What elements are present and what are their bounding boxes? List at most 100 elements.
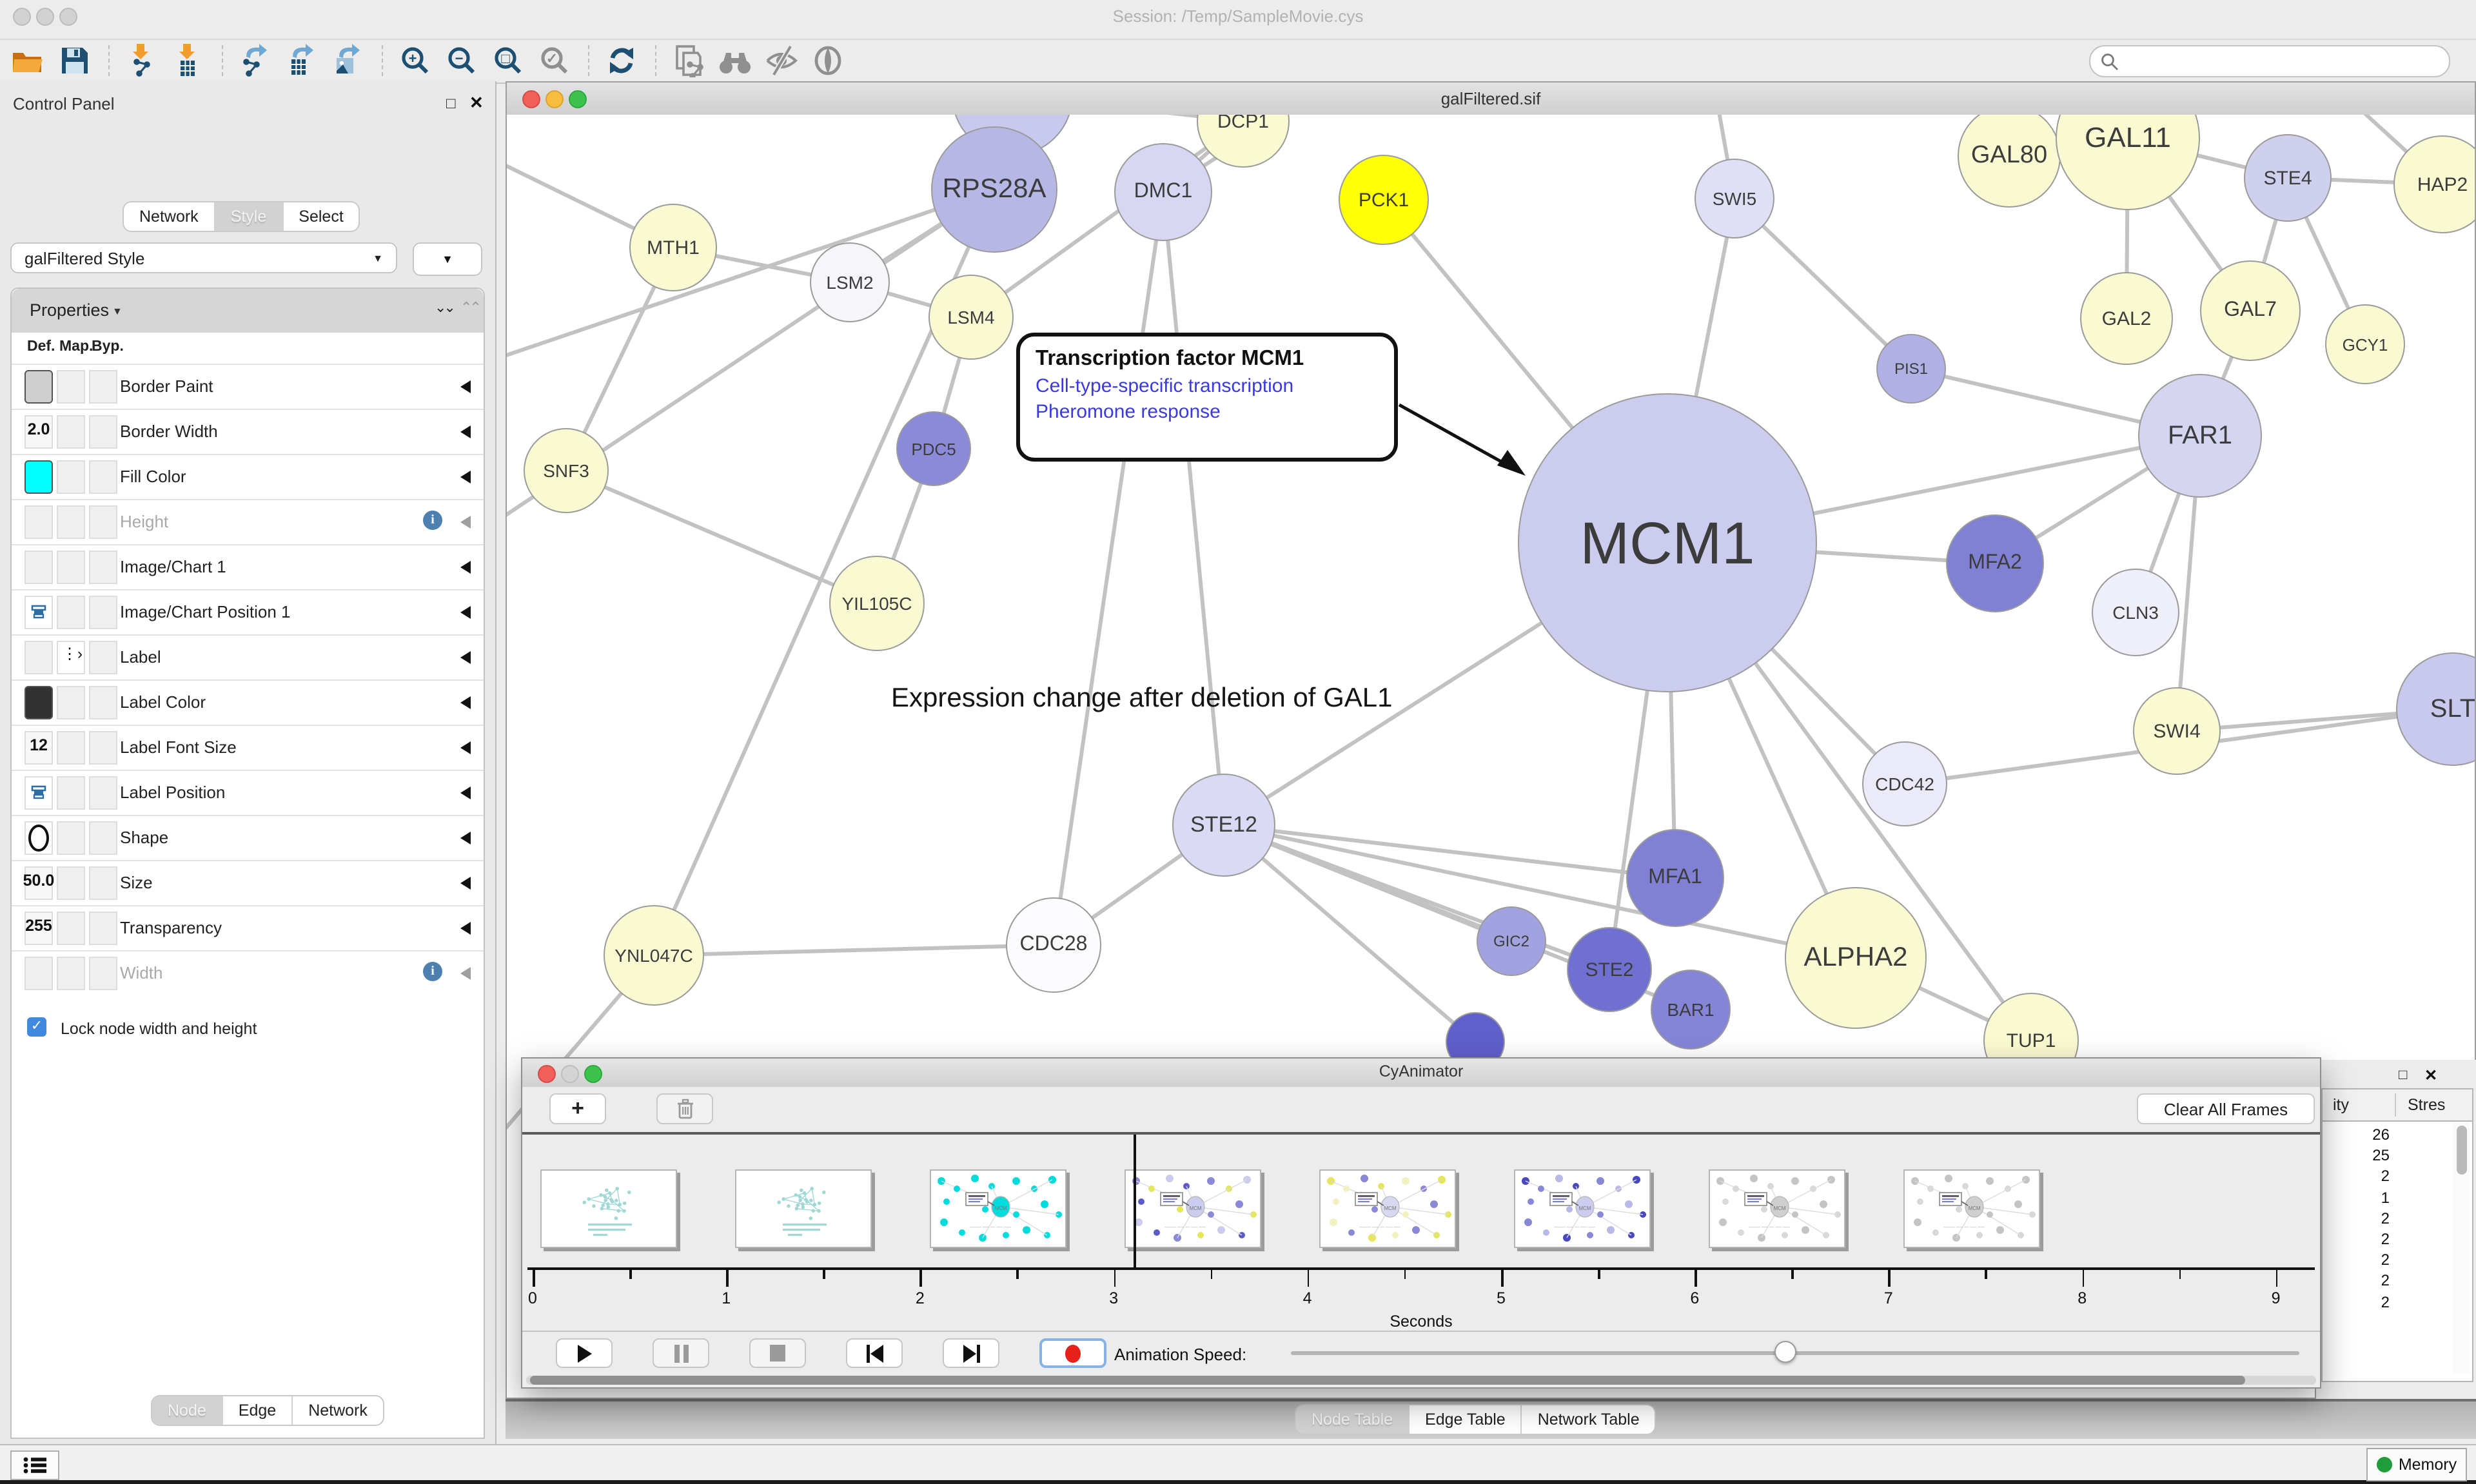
bypass-cell[interactable] bbox=[89, 415, 117, 449]
property-row-border-width[interactable]: 2.0Border Width bbox=[12, 409, 484, 454]
property-row-image-chart-1[interactable]: Image/Chart 1 bbox=[12, 544, 484, 589]
mapping-cell[interactable] bbox=[57, 776, 85, 810]
memory-button[interactable]: Memory bbox=[2366, 1448, 2467, 1481]
mapping-cell[interactable] bbox=[57, 460, 85, 494]
network-node-cln3[interactable]: CLN3 bbox=[2092, 569, 2179, 656]
table-cell-value[interactable]: 1 bbox=[2333, 1188, 2390, 1206]
frame-thumbnail-1[interactable] bbox=[540, 1169, 677, 1248]
tab-network[interactable]: Network bbox=[124, 202, 215, 231]
close-icon[interactable]: ✕ bbox=[469, 93, 484, 113]
table-scrollbar[interactable] bbox=[2453, 1122, 2470, 1373]
zoom-selected-button[interactable]: ✓ bbox=[536, 44, 573, 77]
find-binoculars-button[interactable] bbox=[717, 44, 753, 77]
default-value-cell[interactable] bbox=[25, 686, 53, 719]
float-window-icon[interactable]: □ bbox=[446, 94, 456, 112]
mapping-cell[interactable] bbox=[57, 731, 85, 765]
clear-all-frames-button[interactable]: Clear All Frames bbox=[2137, 1093, 2315, 1124]
pause-button[interactable] bbox=[653, 1338, 709, 1368]
zoom-in-button[interactable]: + bbox=[397, 44, 433, 77]
style-options-button[interactable]: ▼ bbox=[413, 242, 482, 276]
tab-node[interactable]: Node bbox=[152, 1396, 223, 1425]
save-button[interactable] bbox=[57, 44, 93, 77]
bypass-cell[interactable] bbox=[89, 551, 117, 584]
table-cell-value[interactable]: 2 bbox=[2333, 1167, 2390, 1186]
property-row-size[interactable]: 50.0Size bbox=[12, 860, 484, 905]
network-node-dcp1[interactable]: DCP1 bbox=[1197, 115, 1290, 168]
node-table[interactable]: ity Stres 26252122222 bbox=[2321, 1088, 2473, 1382]
export-table-button[interactable] bbox=[284, 44, 320, 77]
tab-select[interactable]: Select bbox=[283, 202, 359, 231]
mapping-cell[interactable]: ⋮› bbox=[57, 641, 85, 674]
network-node-mcm1[interactable]: MCM1 bbox=[1518, 393, 1817, 692]
table-cell-value[interactable]: 2 bbox=[2333, 1293, 2390, 1311]
tab-node-table[interactable]: Node Table bbox=[1296, 1405, 1410, 1434]
show-eye-button[interactable] bbox=[810, 44, 846, 77]
mapping-cell[interactable] bbox=[57, 505, 85, 539]
network-node-swi4[interactable]: SWI4 bbox=[2133, 687, 2221, 775]
network-node-snf3[interactable]: SNF3 bbox=[524, 428, 609, 513]
default-value-cell[interactable] bbox=[25, 370, 53, 404]
table-cell-value[interactable]: 2 bbox=[2333, 1209, 2390, 1227]
network-node-gcy1[interactable]: GCY1 bbox=[2325, 304, 2405, 384]
tab-style[interactable]: Style bbox=[215, 202, 284, 231]
annotation-link[interactable]: Pheromone response bbox=[1036, 401, 1379, 423]
mapping-cell[interactable] bbox=[57, 415, 85, 449]
expand-arrow-icon[interactable] bbox=[460, 696, 471, 709]
playhead[interactable] bbox=[1134, 1135, 1135, 1269]
expand-arrow-icon[interactable] bbox=[460, 380, 471, 393]
refresh-layout-button[interactable] bbox=[604, 44, 640, 77]
network-node-cdc42[interactable]: CDC42 bbox=[1862, 741, 1947, 826]
close-icon[interactable]: ✕ bbox=[2424, 1066, 2437, 1084]
hide-eye-slash-button[interactable] bbox=[763, 44, 800, 77]
record-button[interactable] bbox=[1039, 1338, 1106, 1368]
property-row-height[interactable]: Heighti bbox=[12, 499, 484, 544]
network-node-far1[interactable]: FAR1 bbox=[2138, 374, 2262, 498]
mapping-cell[interactable] bbox=[57, 370, 85, 404]
network-node-dmc1[interactable]: DMC1 bbox=[1114, 143, 1212, 241]
property-row-shape[interactable]: Shape bbox=[12, 815, 484, 860]
search-box[interactable] bbox=[2089, 45, 2450, 77]
network-node-bar1[interactable]: BAR1 bbox=[1651, 970, 1731, 1050]
expand-arrow-icon[interactable] bbox=[460, 967, 471, 980]
network-node-ynl047c[interactable]: YNL047C bbox=[604, 905, 704, 1006]
task-history-button[interactable] bbox=[10, 1450, 59, 1480]
bypass-cell[interactable] bbox=[89, 776, 117, 810]
annotation-link[interactable]: Cell-type-specific transcription bbox=[1036, 375, 1379, 397]
property-row-width[interactable]: Widthi bbox=[12, 950, 484, 995]
collapse-all-icon[interactable]: ⌃⌃ bbox=[460, 299, 479, 316]
mapping-cell[interactable] bbox=[57, 596, 85, 629]
property-row-label-color[interactable]: Label Color bbox=[12, 679, 484, 725]
frame-thumbnail-2[interactable] bbox=[735, 1169, 872, 1248]
default-value-cell[interactable] bbox=[25, 460, 53, 494]
frame-thumbnail-4[interactable]: MCM_____ ___ __ ___ ___ bbox=[1125, 1169, 1261, 1248]
network-node-gic2[interactable]: GIC2 bbox=[1477, 906, 1546, 976]
annotation-box[interactable]: Transcription factor MCM1 Cell-type-spec… bbox=[1016, 333, 1398, 462]
network-node-cdc28[interactable]: CDC28 bbox=[1006, 897, 1101, 993]
style-select-dropdown[interactable]: galFiltered Style ▼ bbox=[10, 242, 397, 273]
timeline-hscrollbar[interactable] bbox=[526, 1376, 2316, 1385]
network-node-pck1[interactable]: PCK1 bbox=[1339, 155, 1429, 245]
property-row-fill-color[interactable]: Fill Color bbox=[12, 454, 484, 499]
float-window-icon[interactable]: □ bbox=[2399, 1068, 2407, 1083]
network-node-pis1[interactable]: PIS1 bbox=[1876, 334, 1946, 404]
expand-arrow-icon[interactable] bbox=[460, 561, 471, 574]
table-header[interactable]: ity Stres bbox=[2323, 1089, 2472, 1122]
expand-arrow-icon[interactable] bbox=[460, 832, 471, 845]
network-node-ste2[interactable]: STE2 bbox=[1567, 927, 1652, 1012]
bypass-cell[interactable] bbox=[89, 686, 117, 719]
stop-button[interactable] bbox=[749, 1338, 806, 1368]
default-value-cell[interactable] bbox=[25, 821, 53, 855]
mapping-cell[interactable] bbox=[57, 866, 85, 900]
property-row-label-position[interactable]: Label Position bbox=[12, 770, 484, 815]
bypass-cell[interactable] bbox=[89, 866, 117, 900]
hscrollbar-thumb[interactable] bbox=[530, 1376, 2245, 1385]
expand-arrow-icon[interactable] bbox=[460, 741, 471, 754]
mapping-cell[interactable] bbox=[57, 551, 85, 584]
timeline[interactable]: MCM_____ ___ __ ___ ___ MCM_____ ___ __ _… bbox=[522, 1135, 2320, 1331]
tab-edge-table[interactable]: Edge Table bbox=[1410, 1405, 1522, 1434]
frame-thumbnail-3[interactable]: MCM_____ ___ __ ___ ___ bbox=[930, 1169, 1066, 1248]
network-node-slt2[interactable]: SLT bbox=[2396, 652, 2475, 766]
property-row-label-font-size[interactable]: 12Label Font Size bbox=[12, 725, 484, 770]
add-frame-button[interactable]: + bbox=[549, 1093, 606, 1124]
network-node-hap2[interactable]: HAP2 bbox=[2393, 135, 2475, 233]
